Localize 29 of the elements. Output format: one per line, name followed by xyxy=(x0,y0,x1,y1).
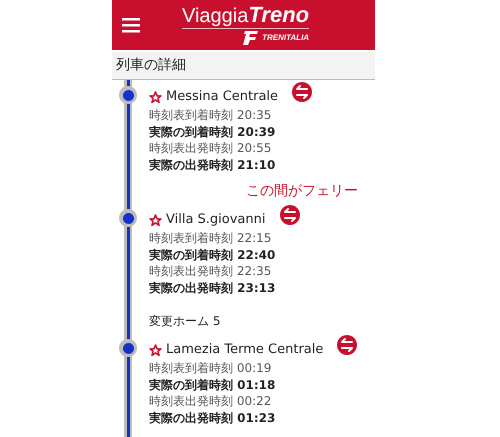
actual-time: 実際の出発時刻 01:23 xyxy=(149,410,276,426)
scheduled-time: 時刻表出発時刻 00:22 xyxy=(149,393,272,410)
scheduled-time: 時刻表到着時刻 22:15 xyxy=(149,230,272,246)
scheduled-time: 時刻表到着時刻 20:35 xyxy=(149,107,272,124)
platform-change: 変更ホーム 5 xyxy=(149,313,222,330)
menu-icon[interactable] xyxy=(122,17,140,33)
swap-arrows-icon[interactable] xyxy=(280,205,300,225)
station-name: Villa S.giovanni xyxy=(166,211,266,230)
ferry-note: この間がフェリー xyxy=(246,182,358,201)
star-icon[interactable] xyxy=(149,214,162,226)
station-name: Lamezia Terme Centrale xyxy=(166,341,324,360)
section-title: 列車の詳細 xyxy=(116,56,186,75)
logo-subtext: TRENITALIA xyxy=(262,32,310,44)
swap-arrows-icon[interactable] xyxy=(337,335,358,355)
logo-mark-icon xyxy=(241,30,260,46)
station-name: Messina Centrale xyxy=(166,88,278,106)
logo-text: Viaggia xyxy=(182,4,248,28)
actual-time: 実際の出発時刻 23:13 xyxy=(149,280,276,296)
scheduled-time: 時刻表出発時刻 22:35 xyxy=(149,263,272,280)
scheduled-time: 時刻表出発時刻 20:55 xyxy=(149,140,272,156)
actual-time: 実際の到着時刻 20:39 xyxy=(149,124,276,140)
star-icon[interactable] xyxy=(149,90,162,104)
star-icon[interactable] xyxy=(149,344,162,356)
swap-arrows-icon[interactable] xyxy=(292,82,312,102)
actual-time: 実際の到着時刻 01:18 xyxy=(149,376,276,393)
actual-time: 実際の出発時刻 21:10 xyxy=(149,156,276,173)
scheduled-time: 時刻表到着時刻 00:19 xyxy=(149,360,272,376)
logo-text-bold: Treno xyxy=(248,3,310,27)
actual-time: 実際の到着時刻 22:40 xyxy=(149,246,276,263)
